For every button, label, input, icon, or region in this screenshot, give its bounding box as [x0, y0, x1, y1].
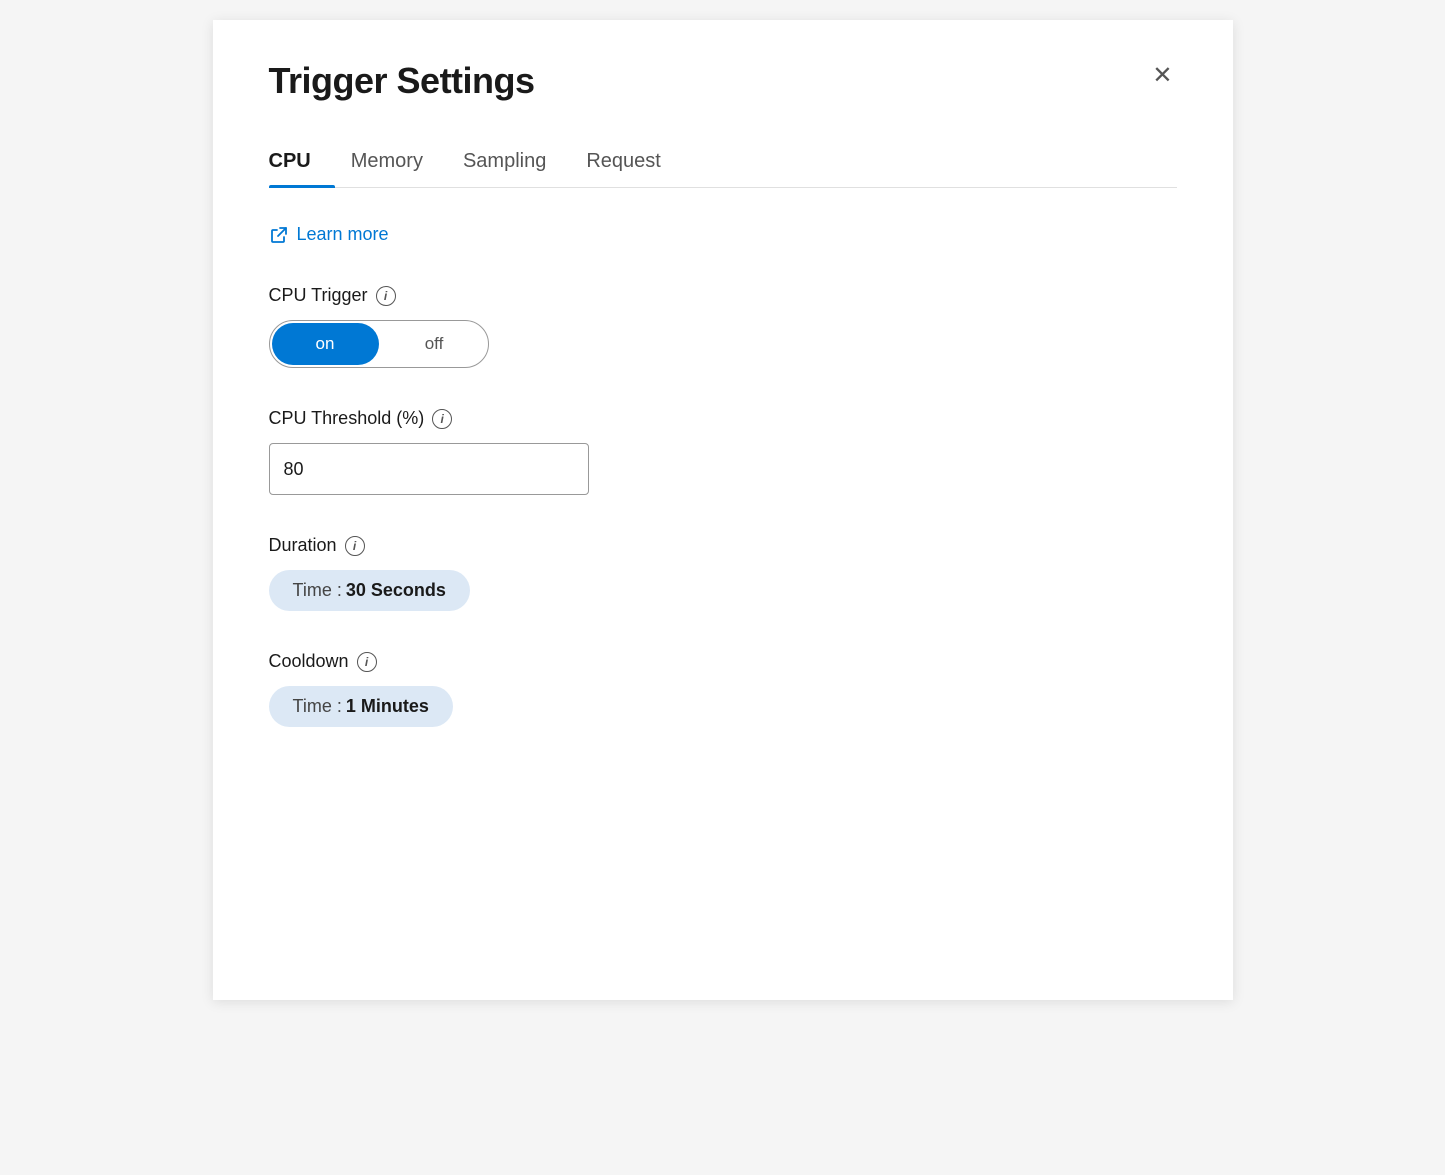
cooldown-time-prefix: Time :	[293, 696, 342, 717]
duration-info-icon[interactable]: i	[345, 536, 365, 556]
cpu-threshold-section: CPU Threshold (%) i	[269, 408, 1177, 495]
cpu-threshold-info-icon[interactable]: i	[432, 409, 452, 429]
dialog-title: Trigger Settings	[269, 60, 535, 102]
duration-section: Duration i Time : 30 Seconds	[269, 535, 1177, 611]
tabs-container: CPU Memory Sampling Request	[269, 138, 1177, 188]
duration-time-prefix: Time :	[293, 580, 342, 601]
external-link-icon	[269, 225, 289, 245]
duration-label-row: Duration i	[269, 535, 1177, 556]
cooldown-section: Cooldown i Time : 1 Minutes	[269, 651, 1177, 727]
learn-more-text: Learn more	[297, 224, 389, 245]
toggle-off-button[interactable]: off	[381, 321, 488, 367]
duration-time-value: 30 Seconds	[346, 580, 446, 601]
duration-time-pill[interactable]: Time : 30 Seconds	[269, 570, 470, 611]
cpu-threshold-input[interactable]	[269, 443, 589, 495]
cooldown-info-icon[interactable]: i	[357, 652, 377, 672]
dialog-header: Trigger Settings ✕	[269, 60, 1177, 102]
cpu-trigger-section: CPU Trigger i on off	[269, 285, 1177, 368]
cpu-trigger-toggle[interactable]: on off	[269, 320, 489, 368]
cooldown-time-value: 1 Minutes	[346, 696, 429, 717]
cooldown-label-text: Cooldown	[269, 651, 349, 672]
cpu-threshold-label-text: CPU Threshold (%)	[269, 408, 425, 429]
tab-cpu[interactable]: CPU	[269, 138, 335, 187]
cpu-trigger-label-row: CPU Trigger i	[269, 285, 1177, 306]
cpu-trigger-label-text: CPU Trigger	[269, 285, 368, 306]
cooldown-label-row: Cooldown i	[269, 651, 1177, 672]
cpu-threshold-label-row: CPU Threshold (%) i	[269, 408, 1177, 429]
learn-more-link[interactable]: Learn more	[269, 224, 389, 245]
tab-request[interactable]: Request	[586, 138, 685, 187]
tab-sampling[interactable]: Sampling	[463, 138, 570, 187]
cooldown-time-pill[interactable]: Time : 1 Minutes	[269, 686, 453, 727]
cpu-trigger-info-icon[interactable]: i	[376, 286, 396, 306]
toggle-on-button[interactable]: on	[272, 323, 379, 365]
tab-memory[interactable]: Memory	[351, 138, 447, 187]
close-button[interactable]: ✕	[1148, 60, 1176, 92]
trigger-settings-dialog: Trigger Settings ✕ CPU Memory Sampling R…	[213, 20, 1233, 1000]
duration-label-text: Duration	[269, 535, 337, 556]
